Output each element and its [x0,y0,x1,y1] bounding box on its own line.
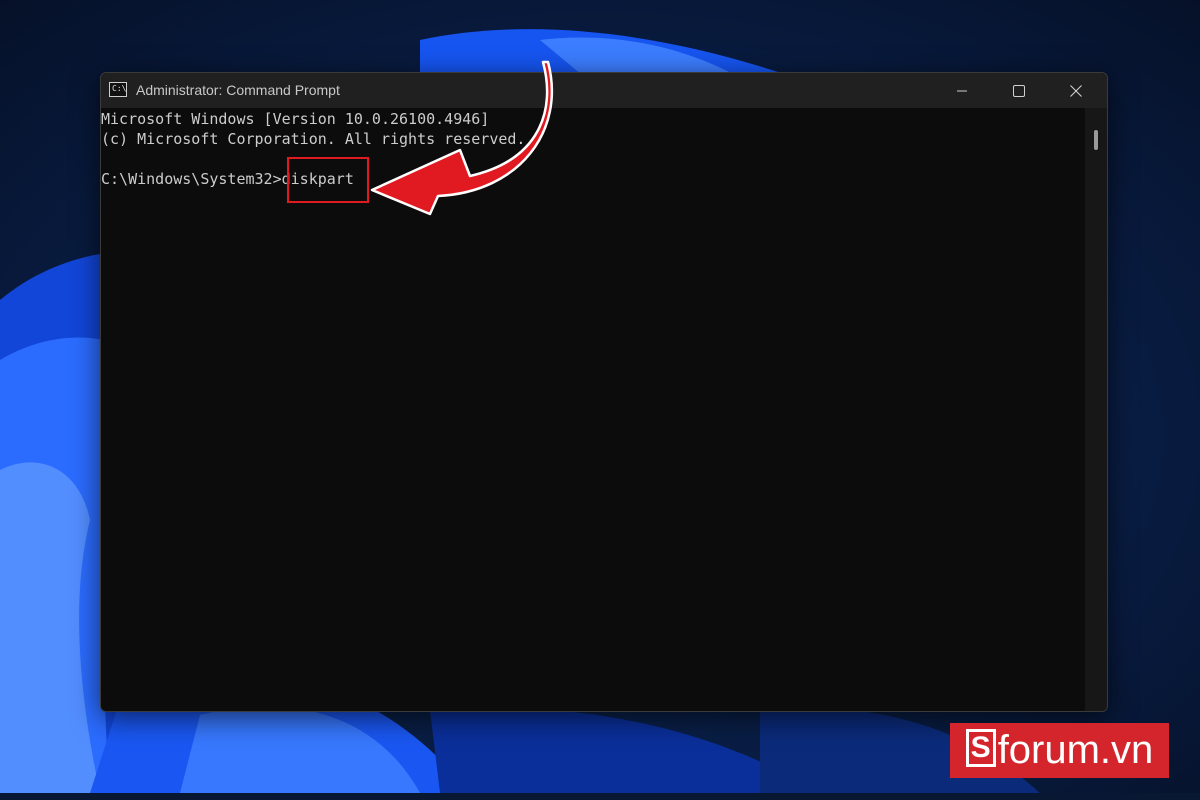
command-highlight-box [287,157,369,203]
scrollbar-thumb[interactable] [1094,130,1098,150]
command-prompt-icon: C:\ [109,82,127,97]
sforum-watermark: Sforum.vn [950,723,1169,778]
minimize-icon [957,90,967,91]
terminal-output[interactable]: Microsoft Windows [Version 10.0.26100.49… [101,108,1085,711]
close-icon [1070,84,1082,97]
terminal-prompt: C:\Windows\System32> [101,170,282,188]
minimize-button[interactable] [933,73,991,108]
maximize-button[interactable] [990,73,1048,108]
app-icon-label: C:\ [112,84,127,93]
window-title: Administrator: Command Prompt [136,82,340,98]
close-button[interactable] [1047,73,1105,108]
terminal-line-copyright: (c) Microsoft Corporation. All rights re… [101,130,526,148]
title-bar[interactable]: C:\ Administrator: Command Prompt [101,73,1107,108]
maximize-icon [1013,84,1025,97]
command-prompt-window[interactable]: C:\ Administrator: Command Prompt Micros… [100,72,1108,712]
terminal-line-version: Microsoft Windows [Version 10.0.26100.49… [101,110,490,128]
vertical-scrollbar[interactable] [1085,108,1107,711]
sforum-logo-icon: S [965,728,996,767]
watermark-text: forum.vn [997,728,1154,772]
